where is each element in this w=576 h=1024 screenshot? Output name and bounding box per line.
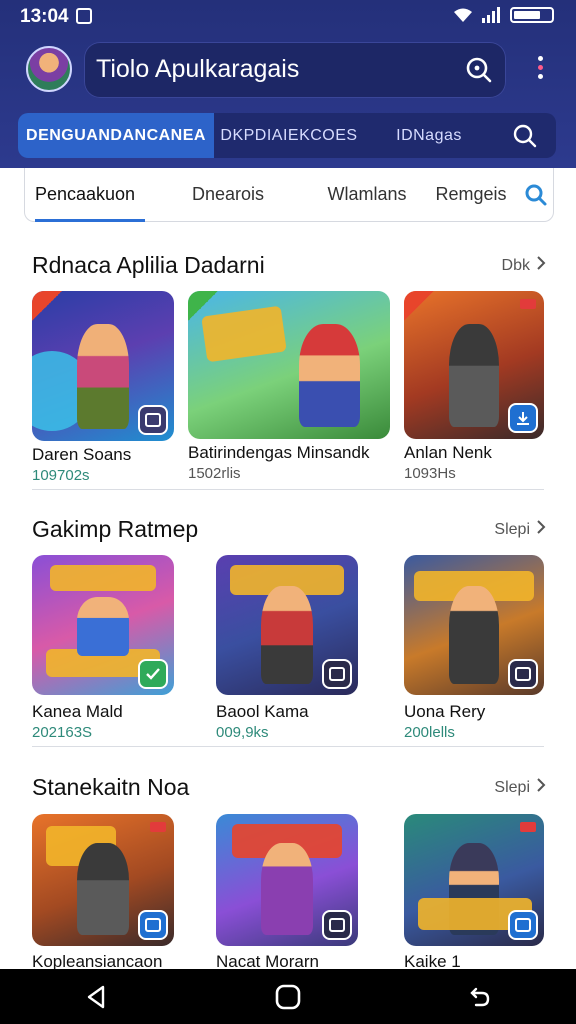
app-thumbnail (216, 555, 358, 695)
recents-icon[interactable] (460, 977, 500, 1017)
gallery-icon (138, 910, 168, 940)
battery-icon (510, 7, 554, 23)
app-thumbnail (32, 814, 174, 946)
gallery-icon (138, 405, 168, 435)
app-name: Daren Soans (32, 445, 132, 464)
app-header: 13:04 Tiolo Apulkaragais DENGUANDANCANEA… (0, 0, 576, 168)
section-title: Rdnaca Aplilia Dadarni (32, 252, 265, 278)
tab-top-2[interactable]: DKPDIAIEKCOES (214, 113, 364, 158)
screen: 13:04 Tiolo Apulkaragais DENGUANDANCANEA… (0, 0, 576, 1024)
wifi-icon (452, 7, 474, 23)
search-icon[interactable] (464, 55, 494, 85)
notification-icon (76, 8, 92, 24)
avatar[interactable] (26, 46, 72, 92)
app-name: Baool Kama (216, 702, 309, 721)
tab-top-3[interactable]: IDNagas (364, 113, 494, 158)
app-thumbnail (404, 814, 544, 946)
app-name: Anlan Nenk (404, 443, 492, 462)
sub-tab-bar: Pencaakuon Dnearois Wlamlans Remgeis (24, 168, 554, 222)
chevron-right-icon (536, 520, 546, 539)
system-nav-bar (0, 969, 576, 1024)
back-icon[interactable] (76, 977, 116, 1017)
status-icons (452, 7, 554, 23)
sub-search-icon[interactable] (519, 168, 553, 222)
more-options-icon[interactable] (528, 52, 552, 88)
chevron-right-icon (536, 778, 546, 797)
section-more-label: Dbk (501, 256, 530, 274)
app-meta: 202163S (32, 724, 93, 741)
signal-icon (482, 7, 502, 23)
section-2: Gakimp Ratmep Slepi Kanea Mald 202163S B… (0, 510, 576, 760)
section-3: Stanekaitn Noa Slepi Kopleansiancaon Nac… (0, 768, 576, 971)
app-thumbnail (32, 291, 174, 441)
sub-tab-4[interactable]: Remgeis (423, 168, 519, 222)
app-name: Uona Rery (404, 702, 486, 721)
status-time: 13:04 (20, 6, 69, 27)
app-meta: 009,9ks (216, 724, 269, 741)
gallery-icon (322, 910, 352, 940)
section-title: Stanekaitn Noa (32, 774, 190, 800)
section-more-label: Slepi (494, 520, 530, 538)
tab-search-icon[interactable] (494, 113, 556, 158)
download-icon (508, 403, 538, 433)
top-tab-bar: DENGUANDANCANEA DKPDIAIEKCOES IDNagas (18, 113, 556, 158)
section-divider (32, 746, 544, 747)
app-meta: 109702s (32, 467, 90, 484)
app-name: Batirindengas Minsandk (188, 443, 370, 462)
chevron-right-icon (536, 256, 546, 275)
app-thumbnail (404, 555, 544, 695)
home-icon[interactable] (268, 977, 308, 1017)
app-meta: 1502rlis (188, 465, 241, 482)
app-thumbnail (32, 555, 174, 695)
tab-top-1[interactable]: DENGUANDANCANEA (18, 113, 214, 158)
sub-tab-1[interactable]: Pencaakuon (25, 168, 145, 222)
gallery-icon (508, 659, 538, 689)
status-bar: 13:04 (0, 0, 576, 32)
gallery-icon (322, 659, 352, 689)
gallery-icon (508, 910, 538, 940)
app-thumbnail (216, 814, 358, 946)
section-divider (32, 489, 544, 490)
section-1: Rdnaca Aplilia Dadarni Dbk Daren Soans 1… (0, 246, 576, 496)
app-meta: 1093Hs (404, 465, 456, 482)
section-more-link[interactable]: Slepi (494, 778, 546, 797)
section-more-link[interactable]: Dbk (502, 256, 546, 275)
app-thumbnail (188, 291, 390, 439)
sub-tab-3[interactable]: Wlamlans (311, 168, 423, 222)
app-meta: 200lells (404, 724, 455, 741)
app-title: Tiolo Apulkaragais (96, 55, 300, 83)
app-name: Kanea Mald (32, 702, 123, 721)
sub-tab-2[interactable]: Dnearois (145, 168, 311, 222)
section-title: Gakimp Ratmep (32, 516, 199, 542)
check-icon (138, 659, 168, 689)
section-more-link[interactable]: Slepi (494, 520, 546, 539)
app-search-bar[interactable]: Tiolo Apulkaragais (84, 42, 506, 98)
section-more-label: Slepi (494, 778, 530, 796)
app-thumbnail (404, 291, 544, 439)
